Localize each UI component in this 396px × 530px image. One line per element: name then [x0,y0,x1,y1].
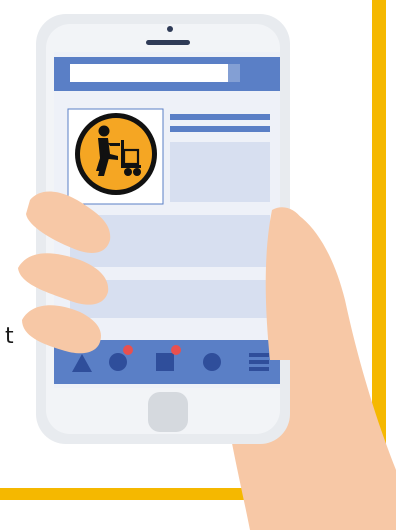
notification-badge [123,345,133,355]
cropped-text-fragment: t [5,324,14,349]
illustration-canvas [0,0,396,530]
hand-truck-worker-icon [75,113,157,195]
home-button-icon[interactable] [148,392,188,432]
search-button[interactable] [228,64,240,82]
speaker-icon [146,40,190,45]
square-nav-icon[interactable] [156,353,174,371]
circle-nav-icon[interactable] [109,353,127,371]
product-title-line-2 [170,126,270,132]
product-description-block [170,142,270,202]
notification-badge [171,345,181,355]
menu-icon[interactable] [249,353,269,371]
product-title-line-1 [170,114,270,120]
camera-icon [167,26,173,32]
dot-nav-icon[interactable] [203,353,221,371]
search-field[interactable] [70,64,228,82]
hand-fingers [18,191,111,354]
